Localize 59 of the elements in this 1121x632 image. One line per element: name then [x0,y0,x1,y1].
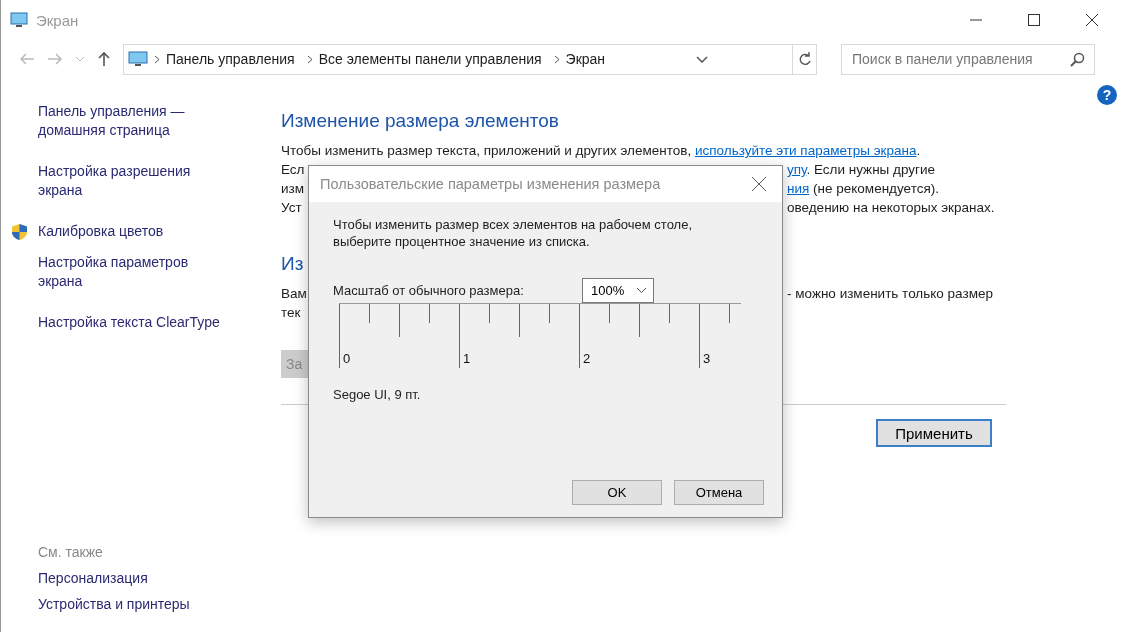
ruler-label: 1 [463,351,471,366]
breadcrumb[interactable]: Экран [559,51,612,67]
chevron-right-icon [306,54,313,64]
monitor-icon [128,51,148,67]
scale-dropdown[interactable]: 100% [582,278,654,303]
sidebar-link[interactable]: Персонализация [38,570,281,586]
body-text: оведению на некоторых экранах. [787,200,995,215]
arrow-up-icon [97,51,111,67]
scale-label: Масштаб от обычного размера: [333,283,525,298]
window-title: Экран [36,11,79,29]
chevron-down-icon [636,287,647,294]
ruler-label: 2 [583,351,591,366]
section-heading: Из [281,253,305,275]
monitor-icon [10,12,28,28]
text-link[interactable]: ния [787,181,810,196]
maximize-icon [1028,14,1040,26]
sidebar-link[interactable]: Настройка текста ClearType [38,313,233,332]
ruler-label: 0 [343,351,351,366]
body-text: изм [281,181,304,196]
dialog-button[interactable]: Отмена [674,480,764,505]
body-text: Чтобы изменить размер текста, приложений и других элементов, [281,143,693,158]
body-text: . [916,143,921,158]
chevron-right-icon [154,54,160,64]
ruler-label: 3 [703,351,711,366]
body-text: Вам [281,286,307,301]
font-sample-text: Segoe UI, 9 пт. [333,387,422,402]
breadcrumb[interactable]: Все элементы панели управления [312,51,548,67]
search-field[interactable]: Поиск в панели управления [841,43,1095,75]
chevron-down-icon [75,56,85,62]
breadcrumb[interactable]: Панель управления [160,51,301,67]
chevron-right-icon [553,54,560,64]
sidebar-link[interactable]: Настройка параметров экрана [38,253,233,291]
address-bar[interactable]: Панель управления Все элементы панели управления Экран [123,43,817,75]
refresh-icon [797,51,812,67]
sidebar-link[interactable]: Панель управления — домашняя страница [38,102,233,140]
sidebar-link[interactable]: Калибровка цветов [38,222,164,241]
shield-icon [11,222,28,241]
body-text: (не рекомендуется). [812,181,939,196]
apply-button[interactable]: Применить [876,419,992,447]
section-heading: Изменение размера элементов [281,110,560,132]
body-text: . Если нужны другие [806,162,935,177]
body-text: Уст [281,200,302,215]
dialog-button[interactable]: OK [572,480,662,505]
sidebar-link[interactable]: Настройка разрешения экрана [38,162,233,200]
arrow-left-icon [19,52,35,66]
dialog-title: Пользовательские параметры изменения размера [320,176,661,192]
close-icon [752,177,766,191]
chevron-down-icon [695,55,708,63]
dialog-description: Чтобы изменить размер всех элементов на рабочем столе, выберите процентное значение из списка. [333,216,694,250]
body-text: тек [281,305,301,320]
body-text: - можно изменить только размер [787,286,993,301]
search-icon [1070,51,1085,67]
body-text: Есл [281,162,305,177]
arrow-right-icon [47,52,63,66]
help-button[interactable]: ? [1097,85,1117,105]
sidebar-link[interactable]: Устройства и принтеры [38,596,281,612]
see-also-label: См. также [38,544,104,560]
minimize-icon [970,19,982,21]
close-icon [1086,14,1098,26]
